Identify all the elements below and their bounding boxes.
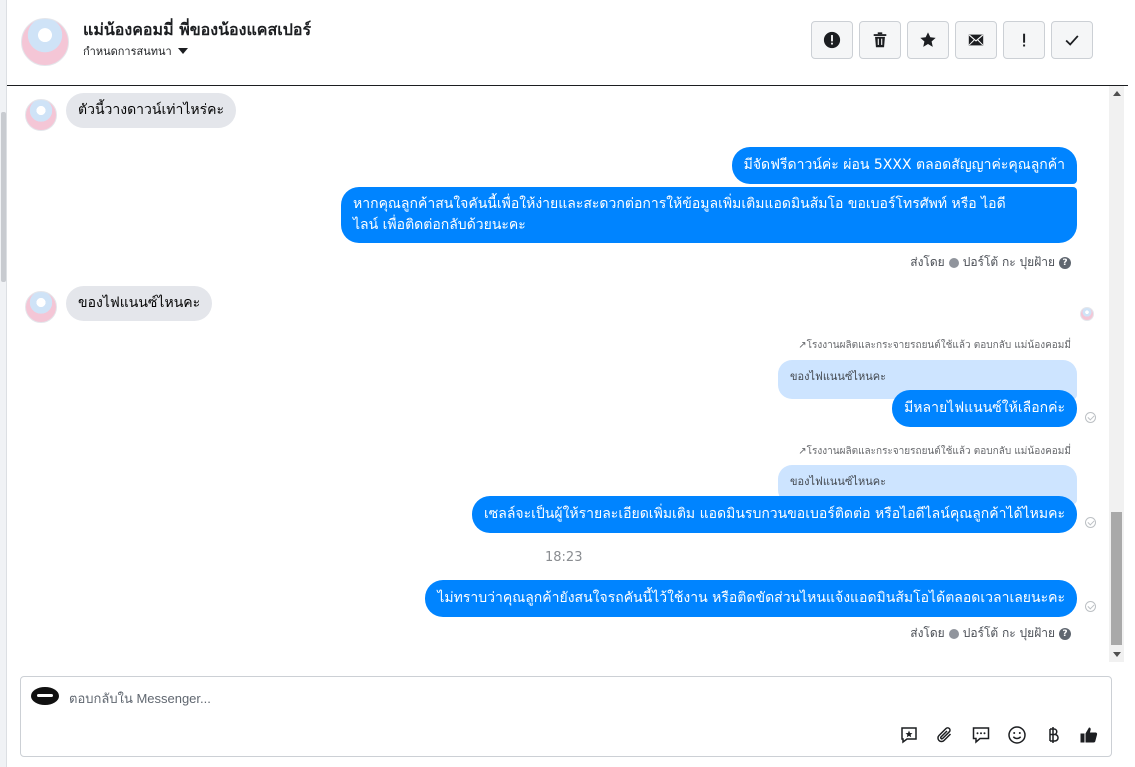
star-icon: [920, 32, 936, 47]
reply-context: ↗โรงงานผลิตและกระจายรถยนต์ใช้แล้ว ตอบกลั…: [798, 340, 1071, 351]
left-scrollbar-thumb[interactable]: [1, 112, 6, 282]
help-icon[interactable]: ?: [1059, 627, 1071, 640]
message-line: หากคุณลูกค้าสนใจคันนี้เพื่อให้ง่ายและสะด…: [353, 196, 1006, 212]
reply-input[interactable]: [69, 687, 769, 709]
scrollbar-thumb[interactable]: [1111, 512, 1122, 645]
emoji-button[interactable]: [1005, 723, 1029, 747]
outgoing-message[interactable]: มีจัดฟรีดาวน์ค่ะ ผ่อน 5XXX ตลอดสัญญาค่ะค…: [731, 147, 1077, 184]
outgoing-message[interactable]: ไม่ทราบว่าคุณลูกค้ายังสนใจรถคันนี้ไว้ใช้…: [425, 580, 1077, 617]
saved-reply-button[interactable]: [897, 723, 921, 747]
page-logo-avatar: [31, 687, 59, 705]
contact-name[interactable]: แม่น้องคอมมี่ พี่ของน้องแคสเปอร์: [83, 18, 311, 43]
saved-reply-icon: [901, 727, 917, 744]
header-actions: [811, 21, 1093, 59]
thumbs-up-icon: [1080, 727, 1098, 743]
attachment-icon: [937, 727, 952, 743]
delete-button[interactable]: [859, 21, 901, 59]
sent-by-name[interactable]: ปอร์โต้ กะ ปุยฝ้าย: [963, 624, 1055, 643]
mark-unread-button[interactable]: [955, 21, 997, 59]
scroll-up-arrow-icon[interactable]: [1113, 91, 1121, 96]
scroll-down-arrow-icon[interactable]: [1113, 652, 1121, 657]
conversation-settings-label: กำหนดการสนทนา: [83, 45, 172, 58]
composer-tools: [897, 723, 1101, 747]
checkmark-icon: [1065, 35, 1079, 46]
exclamation-icon: [1023, 33, 1026, 47]
payment-button[interactable]: [1041, 723, 1065, 747]
caret-down-icon: [177, 48, 188, 54]
reply-context-text: โรงงานผลิตและกระจายรถยนต์ใช้แล้ว ตอบกลับ…: [806, 340, 1071, 351]
like-button[interactable]: [1077, 723, 1101, 747]
mark-done-button[interactable]: [1051, 21, 1093, 59]
seen-avatar-icon: [1080, 307, 1094, 321]
contact-avatar-small: [25, 291, 57, 323]
verified-icon: [948, 257, 959, 268]
messenger-inbox-window: แม่น้องคอมมี่ พี่ของน้องแคสเปอร์ กำหนดกา…: [0, 0, 1135, 767]
incoming-message[interactable]: ของไฟแนนซ์ไหนคะ: [66, 286, 213, 321]
help-icon[interactable]: ?: [1059, 256, 1071, 269]
conversation-header: แม่น้องคอมมี่ พี่ของน้องแคสเปอร์ กำหนดกา…: [7, 0, 1128, 86]
envelope-icon: [968, 34, 984, 46]
message-line: ไลน์ เพื่อติดต่อกลับด้วยนะคะ: [353, 217, 526, 233]
quick-reply-button[interactable]: [969, 723, 993, 747]
thread-scrollbar[interactable]: [1109, 86, 1124, 662]
sent-by-label: ส่งโดย: [910, 255, 945, 269]
emoji-icon: [1008, 726, 1026, 744]
trash-icon: [873, 32, 887, 48]
left-scroll-edge: [0, 0, 7, 767]
sent-by-info: ส่งโดย ปอร์โต้ กะ ปุยฝ้าย ?: [910, 253, 1071, 272]
contact-avatar[interactable]: [21, 18, 69, 66]
delivered-icon: [1085, 601, 1096, 612]
attach-file-button[interactable]: [933, 723, 957, 747]
report-spam-button[interactable]: [811, 21, 853, 59]
sent-by-info: ส่งโดย ปอร์โต้ กะ ปุยฝ้าย ?: [910, 624, 1071, 643]
conversation-settings-dropdown[interactable]: กำหนดการสนทนา: [83, 42, 188, 60]
exclamation-circle-icon: [823, 31, 841, 49]
reply-context-text: โรงงานผลิตและกระจายรถยนต์ใช้แล้ว ตอบกลับ…: [806, 446, 1071, 457]
reply-context: ↗โรงงานผลิตและกระจายรถยนต์ใช้แล้ว ตอบกลั…: [798, 446, 1071, 457]
sent-by-name[interactable]: ปอร์โต้ กะ ปุยฝ้าย: [963, 253, 1055, 272]
verified-icon: [948, 628, 959, 639]
delivered-icon: [1085, 412, 1096, 423]
outgoing-reply-message[interactable]: มีหลายไฟแนนซ์ให้เลือกค่ะ: [892, 390, 1077, 427]
flag-button[interactable]: [1003, 21, 1045, 59]
message-thread: ตัวนี้วางดาวน์เท่าไหร่คะ มีจัดฟรีดาวน์ค่…: [7, 86, 1111, 660]
reply-composer: [20, 676, 1112, 757]
sent-by-label: ส่งโดย: [910, 626, 945, 640]
incoming-message[interactable]: ตัวนี้วางดาวน์เท่าไหร่คะ: [66, 93, 237, 128]
chat-bubble-icon: [972, 727, 990, 744]
message-timestamp: 18:23: [545, 550, 583, 565]
outgoing-message[interactable]: หากคุณลูกค้าสนใจคันนี้เพื่อให้ง่ายและสะด…: [341, 187, 1077, 243]
star-button[interactable]: [907, 21, 949, 59]
contact-avatar-small: [25, 99, 57, 131]
outgoing-reply-message[interactable]: เซลล์จะเป็นผู้ให้รายละเอียดเพิ่มเติม แอด…: [471, 496, 1077, 533]
delivered-icon: [1085, 517, 1096, 528]
baht-icon: [1049, 727, 1059, 743]
